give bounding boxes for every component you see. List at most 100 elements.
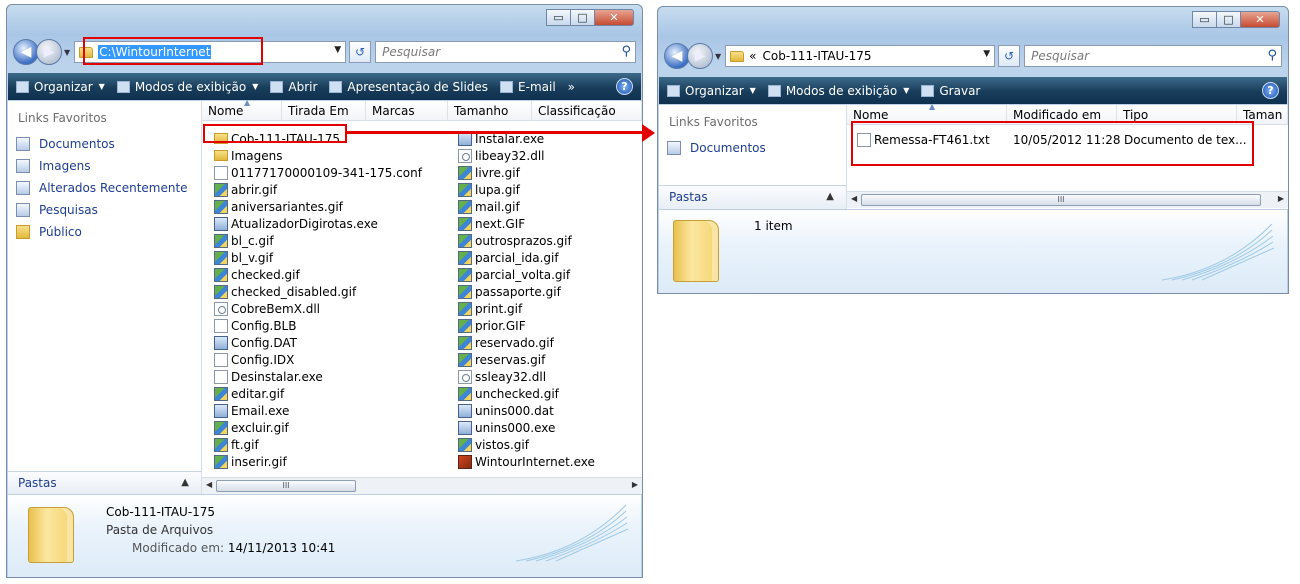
sidebar-item-documentos[interactable]: Documentos <box>8 133 201 155</box>
refresh-button[interactable]: ↺ <box>349 41 372 63</box>
list-item[interactable]: passaporte.gif <box>458 283 561 300</box>
list-item[interactable]: Config.IDX <box>214 351 294 368</box>
folders-toggle-right[interactable]: Pastas ▲ <box>659 185 846 209</box>
history-dropdown-icon[interactable]: ▼ <box>64 48 70 57</box>
list-item[interactable]: abrir.gif <box>214 181 277 198</box>
toolbar-organizar-button[interactable]: Organizar ▼ <box>667 84 756 98</box>
toolbar-gravar-button[interactable]: Gravar <box>921 84 980 98</box>
search-input-right[interactable]: Pesquisar ⚲ <box>1024 45 1282 67</box>
list-item[interactable]: vistos.gif <box>458 436 529 453</box>
close-button[interactable]: ✕ <box>594 9 634 26</box>
toolbar-modos-de-exibicao-button[interactable]: Modos de exibição ▼ <box>767 84 909 98</box>
horizontal-scrollbar[interactable]: ◀ III ▶ <box>202 477 642 494</box>
toolbar-organizar-button[interactable]: Organizar ▼ <box>16 80 105 94</box>
list-item[interactable]: unins000.exe <box>458 419 555 436</box>
toolbar-abrir-button[interactable]: Abrir <box>270 80 317 94</box>
toolbar-e-mail-button[interactable]: E-mail <box>500 80 556 94</box>
maximize-button-right[interactable]: □ <box>1216 11 1241 28</box>
column-header-tamanho[interactable]: Tamanho <box>448 101 532 121</box>
abrir-icon <box>270 80 284 93</box>
list-item[interactable]: livre.gif <box>458 164 520 181</box>
list-item[interactable]: bl_v.gif <box>214 249 273 266</box>
list-item[interactable]: outrosprazos.gif <box>458 232 572 249</box>
search-input[interactable]: Pesquisar ⚲ <box>375 41 636 63</box>
list-item[interactable]: unins000.dat <box>458 402 554 419</box>
sidebar-item-imagens[interactable]: Imagens <box>8 155 201 177</box>
address-dropdown-icon-right[interactable]: ▼ <box>983 49 990 59</box>
list-item[interactable]: WintourInternet.exe <box>458 453 595 470</box>
maximize-button[interactable]: □ <box>570 9 595 26</box>
column-header-nome[interactable]: Nome <box>202 101 282 121</box>
list-item[interactable]: excluir.gif <box>214 419 289 436</box>
refresh-button-right[interactable]: ↺ <box>998 45 1021 67</box>
list-item[interactable]: next.GIF <box>458 215 525 232</box>
list-item[interactable]: checked_disabled.gif <box>214 283 356 300</box>
gif-file-icon <box>458 352 472 367</box>
publico-icon <box>16 225 30 239</box>
help-icon-right[interactable]: ? <box>1262 82 1279 99</box>
minimize-button[interactable]: ▭ <box>546 9 571 26</box>
search-icon[interactable]: ⚲ <box>621 44 631 59</box>
chevron-up-icon-right[interactable]: ▲ <box>826 186 834 208</box>
scroll-left-icon-right[interactable]: ◀ <box>851 194 857 203</box>
sidebar-item-documentos[interactable]: Documentos <box>659 137 846 159</box>
column-header-classificacao[interactable]: Classificação <box>532 101 642 121</box>
list-item[interactable]: Desinstalar.exe <box>214 368 323 385</box>
help-icon[interactable]: ? <box>616 78 633 95</box>
search-icon-right[interactable]: ⚲ <box>1267 48 1277 63</box>
sidebar-item-alterados-recentemente[interactable]: Alterados Recentemente <box>8 177 201 199</box>
list-item[interactable]: print.gif <box>458 300 522 317</box>
column-header-tirada-em[interactable]: Tirada Em <box>282 101 366 121</box>
toolbar-more-button[interactable]: » <box>568 80 575 94</box>
list-item[interactable]: Config.DAT <box>214 334 297 351</box>
dropdown-arrow-icon: ▼ <box>749 86 756 95</box>
list-item[interactable]: 01177170000109-341-175.conf <box>214 164 422 181</box>
breadcrumb-folder[interactable]: Cob-111-ITAU-175 <box>763 49 872 63</box>
gif-file-icon <box>458 301 472 316</box>
scroll-right-icon[interactable]: ▶ <box>632 480 638 489</box>
address-dropdown-icon[interactable]: ▼ <box>334 45 341 55</box>
list-item[interactable]: CobreBemX.dll <box>214 300 320 317</box>
breadcrumb-overflow-icon[interactable]: « <box>749 49 756 63</box>
scroll-left-icon[interactable]: ◀ <box>206 480 212 489</box>
list-item[interactable]: reservado.gif <box>458 334 554 351</box>
horizontal-scrollbar-right[interactable]: ◀ III ▶ <box>847 191 1288 208</box>
scroll-right-icon-right[interactable]: ▶ <box>1278 194 1284 203</box>
sidebar-item-publico[interactable]: Público <box>8 221 201 243</box>
list-item[interactable]: parcial_ida.gif <box>458 249 559 266</box>
list-item[interactable]: Email.exe <box>214 402 289 419</box>
address-bar-right[interactable]: « Cob-111-ITAU-175 ▼ <box>725 45 996 67</box>
details-modified-label: Modificado em: <box>132 541 225 555</box>
scroll-thumb[interactable]: III <box>216 480 356 492</box>
scroll-thumb-right[interactable]: III <box>861 194 1261 206</box>
forward-button[interactable]: ▶ <box>36 39 62 65</box>
list-item[interactable]: prior.GIF <box>458 317 526 334</box>
list-item[interactable]: editar.gif <box>214 385 284 402</box>
folders-toggle[interactable]: Pastas ▲ <box>8 471 201 495</box>
list-item[interactable]: libeay32.dll <box>458 147 545 164</box>
toolbar-apresentacao-de-slides-button[interactable]: Apresentação de Slides <box>329 80 488 94</box>
toolbar-modos-de-exibicao-button[interactable]: Modos de exibição ▼ <box>116 80 258 94</box>
list-item[interactable]: unchecked.gif <box>458 385 559 402</box>
minimize-button-right[interactable]: ▭ <box>1192 11 1217 28</box>
list-item[interactable]: parcial_volta.gif <box>458 266 570 283</box>
list-item[interactable]: lupa.gif <box>458 181 520 198</box>
list-item[interactable]: reservas.gif <box>458 351 545 368</box>
list-item[interactable]: ssleay32.dll <box>458 368 546 385</box>
list-item[interactable]: inserir.gif <box>214 453 287 470</box>
list-item[interactable]: mail.gif <box>458 198 520 215</box>
list-item[interactable]: AtualizadorDigirotas.exe <box>214 215 378 232</box>
sidebar-item-pesquisas[interactable]: Pesquisas <box>8 199 201 221</box>
close-button-right[interactable]: ✕ <box>1240 11 1280 28</box>
column-header-marcas[interactable]: Marcas <box>366 101 448 121</box>
list-item[interactable]: bl_c.gif <box>214 232 274 249</box>
forward-button-right[interactable]: ▶ <box>687 43 713 69</box>
list-item[interactable]: ft.gif <box>214 436 259 453</box>
list-item[interactable]: checked.gif <box>214 266 300 283</box>
list-item[interactable]: Config.BLB <box>214 317 296 334</box>
history-dropdown-icon-right[interactable]: ▼ <box>715 52 721 61</box>
file-name: Imagens <box>231 148 283 163</box>
chevron-up-icon[interactable]: ▲ <box>181 472 189 494</box>
list-item[interactable]: aniversariantes.gif <box>214 198 343 215</box>
list-item[interactable]: Imagens <box>214 147 282 164</box>
